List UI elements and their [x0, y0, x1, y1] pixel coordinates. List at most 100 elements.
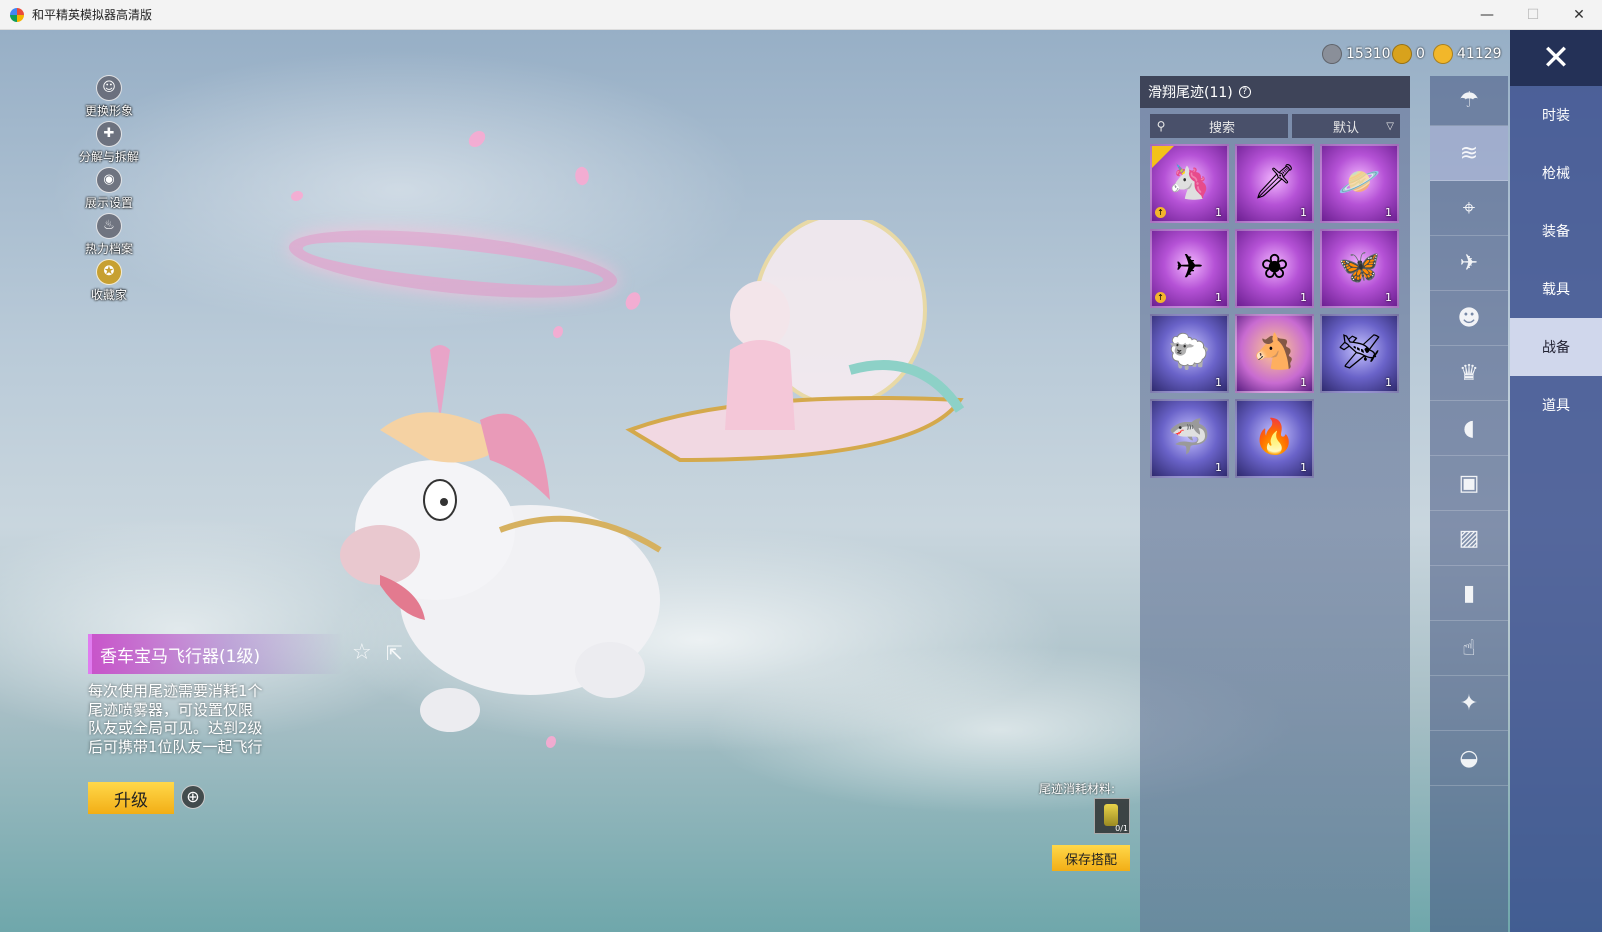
- crystal-flower-icon: ❀: [1260, 247, 1289, 287]
- item-count: 1: [1300, 291, 1307, 304]
- magic-wand-icon: ✦: [1459, 690, 1479, 716]
- flame-icon: ♨: [96, 213, 122, 239]
- emote-face-icon: ☻: [1457, 305, 1481, 331]
- item-slot-butterfly[interactable]: 🦋 1: [1320, 229, 1399, 308]
- material-slot[interactable]: 0/1: [1094, 798, 1130, 834]
- upgrade-button[interactable]: 升级: [88, 782, 174, 814]
- subcat-spray[interactable]: ▮: [1430, 566, 1508, 621]
- item-count: 1: [1385, 291, 1392, 304]
- item-slot-heart-blade[interactable]: 🗡 1: [1235, 144, 1314, 223]
- petal: [466, 127, 488, 151]
- tab-props[interactable]: 道具: [1510, 376, 1602, 434]
- subcat-photo[interactable]: ▨: [1430, 511, 1508, 566]
- subcat-chest[interactable]: ▣: [1430, 456, 1508, 511]
- subcat-emote[interactable]: ☻: [1430, 291, 1508, 346]
- app-logo-icon: [10, 7, 24, 22]
- chest-icon: ▣: [1458, 470, 1480, 496]
- item-count: 1: [1300, 376, 1307, 389]
- window-titlebar: 和平精英模拟器高清版 — ☐ ✕: [0, 0, 1602, 30]
- side-label: 更换形象: [84, 104, 133, 118]
- upgrade-badge-icon: ↑: [1155, 292, 1166, 303]
- item-description: 每次使用尾迹需要消耗1个尾迹喷雾器，可设置仅限队友或全局可见。达到2级后可携带1…: [88, 682, 263, 756]
- item-slot-jet-wing[interactable]: 🛩 1: [1320, 314, 1399, 393]
- alpaca-icon: 🐑: [1168, 332, 1211, 372]
- subcat-parachute[interactable]: ☂: [1430, 76, 1508, 126]
- eye-icon: ◉: [96, 167, 122, 193]
- drone-icon: ⌖: [1462, 195, 1476, 221]
- close-window-button[interactable]: ✕: [1556, 0, 1602, 30]
- item-slot-alpaca[interactable]: 🐑 1: [1150, 314, 1229, 393]
- tab-vehicles[interactable]: 载具: [1510, 260, 1602, 318]
- medal-icon: ✪: [96, 259, 122, 285]
- jet-wing-icon: 🛩: [1337, 332, 1382, 372]
- upgrade-badge-icon: ↑: [1155, 207, 1166, 218]
- item-slot-red-orb-jet[interactable]: ✈ ↑ 1: [1150, 229, 1229, 308]
- tab-fashion[interactable]: 时装: [1510, 86, 1602, 144]
- item-grid: 🦄 ↑ 1 🗡 1 🪐 1 ✈ ↑ 1 ❀ 1 🦋 1 🐑 1 🐴 1 🛩 1 …: [1150, 144, 1402, 478]
- item-slot-shark[interactable]: 🦈 1: [1150, 399, 1229, 478]
- save-outfit-button[interactable]: 保存搭配: [1052, 845, 1130, 871]
- subcat-plane[interactable]: ✈: [1430, 236, 1508, 291]
- currency-value: 15310: [1346, 46, 1391, 62]
- toy-horse-icon: 🐴: [1253, 332, 1296, 372]
- shark-icon: 🦈: [1168, 417, 1211, 457]
- decompose-button[interactable]: ✚ 分解与拆解: [74, 121, 144, 165]
- spray-can-icon: [1104, 804, 1118, 826]
- item-slot-toy-horse[interactable]: 🐴 1: [1235, 314, 1314, 393]
- collector-button[interactable]: ✪ 收藏家: [74, 259, 144, 303]
- pink-halo-ring: [285, 217, 621, 311]
- item-name: 香车宝马飞行器(1级): [100, 646, 261, 667]
- tab-weapons[interactable]: 枪械: [1510, 144, 1602, 202]
- tab-battle-gear[interactable]: 战备: [1510, 318, 1602, 376]
- glide-trail-icon: ≋: [1459, 140, 1479, 166]
- share-icon[interactable]: ⇱: [386, 641, 403, 665]
- item-count: 1: [1300, 461, 1307, 474]
- maximize-button[interactable]: ☐: [1510, 0, 1556, 30]
- item-slot-flame-trail[interactable]: 🔥 1: [1235, 399, 1314, 478]
- side-label: 热力档案: [84, 242, 133, 256]
- gray-coin-icon: [1322, 44, 1342, 64]
- gold-coin-icon: [1433, 44, 1453, 64]
- puzzle-icon: ✚: [96, 121, 122, 147]
- parachute-icon: ☂: [1459, 88, 1479, 113]
- search-input[interactable]: ⚲ 搜索: [1150, 114, 1288, 138]
- display-settings-button[interactable]: ◉ 展示设置: [74, 167, 144, 211]
- sort-dropdown[interactable]: 默认 ▽: [1292, 114, 1400, 138]
- subcat-gesture[interactable]: ☝: [1430, 621, 1508, 676]
- panel-header: 滑翔尾迹(11) ?: [1140, 76, 1410, 108]
- item-slot-pink-planet[interactable]: 🪐 1: [1320, 144, 1399, 223]
- item-count: 1: [1215, 206, 1222, 219]
- item-name-banner: 香车宝马飞行器(1级): [88, 634, 343, 674]
- subcat-drone[interactable]: ⌖: [1430, 181, 1508, 236]
- subcat-glide-trail[interactable]: ≋: [1430, 126, 1508, 181]
- item-count: 1: [1385, 206, 1392, 219]
- subcat-chicken[interactable]: ◒: [1430, 731, 1508, 786]
- heat-profile-button[interactable]: ♨ 热力档案: [74, 213, 144, 257]
- help-icon[interactable]: ?: [1238, 86, 1251, 98]
- minimize-button[interactable]: —: [1464, 0, 1510, 30]
- heart-blade-icon: 🗡: [1252, 162, 1297, 202]
- roast-chicken-icon: ◒: [1459, 745, 1479, 771]
- red-orb-jet-icon: ✈: [1175, 247, 1204, 287]
- tap-gesture-icon: ☝: [1462, 635, 1476, 661]
- zoom-in-icon[interactable]: ⊕: [181, 785, 205, 809]
- plane-icon: ✈: [1459, 250, 1479, 276]
- subcat-companion[interactable]: ♛: [1430, 346, 1508, 401]
- inventory-panel: 滑翔尾迹(11) ? ⚲ 搜索 默认 ▽ 🦄 ↑ 1 🗡 1 🪐 1 ✈ ↑ 1: [1140, 76, 1410, 932]
- item-slot-unicorn-carriage[interactable]: 🦄 ↑ 1: [1150, 144, 1229, 223]
- window-title: 和平精英模拟器高清版: [32, 8, 153, 22]
- throne-carriage-image: [625, 220, 965, 463]
- gold-token-icon: [1392, 44, 1412, 64]
- subcat-voice[interactable]: ◖: [1430, 401, 1508, 456]
- favorite-star-icon[interactable]: ☆: [352, 640, 372, 665]
- pink-planet-icon: 🪐: [1338, 162, 1381, 202]
- change-appearance-button[interactable]: ☺ 更换形象: [74, 75, 144, 119]
- close-icon[interactable]: ✕: [1510, 30, 1602, 86]
- chevron-down-icon: ▽: [1386, 120, 1394, 132]
- subcat-wand[interactable]: ✦: [1430, 676, 1508, 731]
- item-count: 1: [1385, 376, 1392, 389]
- tab-equipment[interactable]: 装备: [1510, 202, 1602, 260]
- item-slot-crystal-flower[interactable]: ❀ 1: [1235, 229, 1314, 308]
- companion-icon: ♛: [1459, 360, 1479, 386]
- material-label: 尾迹消耗材料:: [1039, 782, 1116, 796]
